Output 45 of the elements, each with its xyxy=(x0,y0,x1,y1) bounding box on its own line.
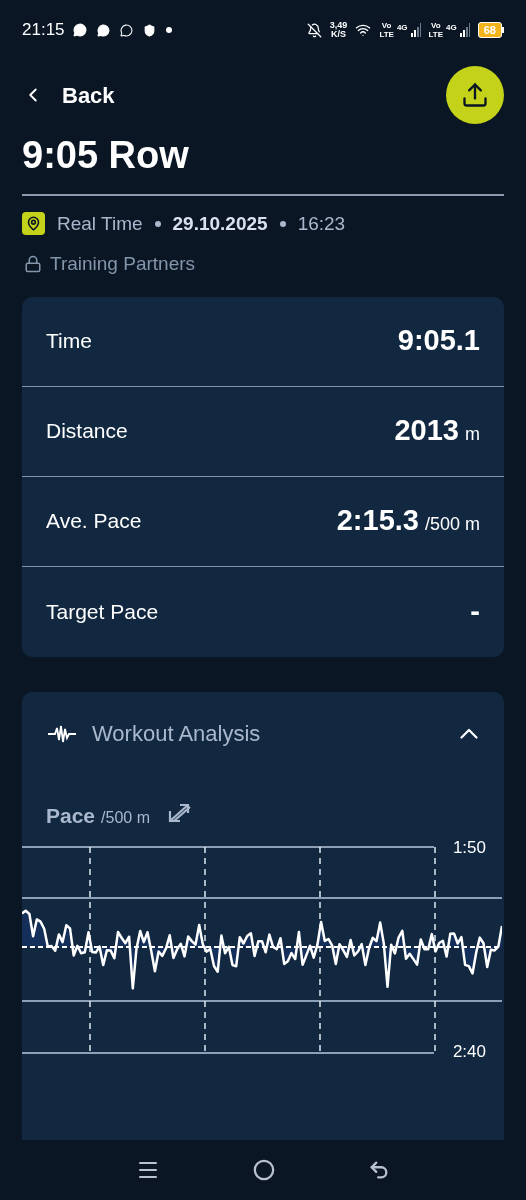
workout-date: 29.10.2025 xyxy=(172,211,268,236)
stat-value: 2013 xyxy=(394,413,459,449)
stat-value: 9:05.1 xyxy=(397,323,480,359)
visibility-label: Training Partners xyxy=(50,252,196,276)
stat-value: - xyxy=(470,593,480,629)
analysis-toggle[interactable]: Workout Analysis xyxy=(22,691,504,776)
stat-label: Ave. Pace xyxy=(46,508,142,535)
mode-label: Real Time xyxy=(57,211,143,236)
stat-label: Target Pace xyxy=(46,598,159,625)
signal-icon xyxy=(459,23,470,37)
stat-unit: /500 m xyxy=(424,513,480,537)
stat-value: 2:15.3 xyxy=(336,503,419,539)
status-time: 21:15 xyxy=(22,19,65,42)
location-icon xyxy=(22,212,45,236)
compare-icon[interactable] xyxy=(167,802,192,823)
wifi-icon xyxy=(355,22,372,38)
workout-title: 9:05 Row xyxy=(21,133,190,178)
volte-label: Vo xyxy=(431,21,441,30)
home-button[interactable] xyxy=(253,1159,275,1181)
network-label: 4G xyxy=(446,22,457,34)
chart-unit: /500 m xyxy=(101,807,150,828)
stat-label: Distance xyxy=(46,418,128,445)
waveform-icon xyxy=(48,724,76,743)
message-icon xyxy=(96,23,110,37)
volte-label: Vo xyxy=(381,21,392,30)
stat-unit: m xyxy=(465,423,480,447)
upload-button[interactable] xyxy=(446,66,504,124)
signal-icon xyxy=(410,23,421,37)
network-label: 4G xyxy=(396,22,408,34)
mute-icon xyxy=(306,22,322,38)
lock-icon xyxy=(24,255,42,274)
stat-label: Time xyxy=(46,328,92,355)
axis-label: 1:50 xyxy=(452,837,486,859)
battery-icon: 68 xyxy=(477,22,504,38)
shield-icon xyxy=(142,23,156,37)
speed-unit: K/S xyxy=(331,30,347,39)
volte-label: LTE xyxy=(379,30,394,39)
speed-value: 3,49 xyxy=(329,21,348,30)
chat-icon xyxy=(72,23,87,37)
chart-title: Pace xyxy=(46,802,96,829)
back-button[interactable]: Back xyxy=(22,78,115,112)
volte-label: LTE xyxy=(428,30,444,39)
workout-time: 16:23 xyxy=(297,211,346,236)
axis-label: 2:40 xyxy=(452,1041,486,1063)
upload-icon xyxy=(461,81,489,109)
